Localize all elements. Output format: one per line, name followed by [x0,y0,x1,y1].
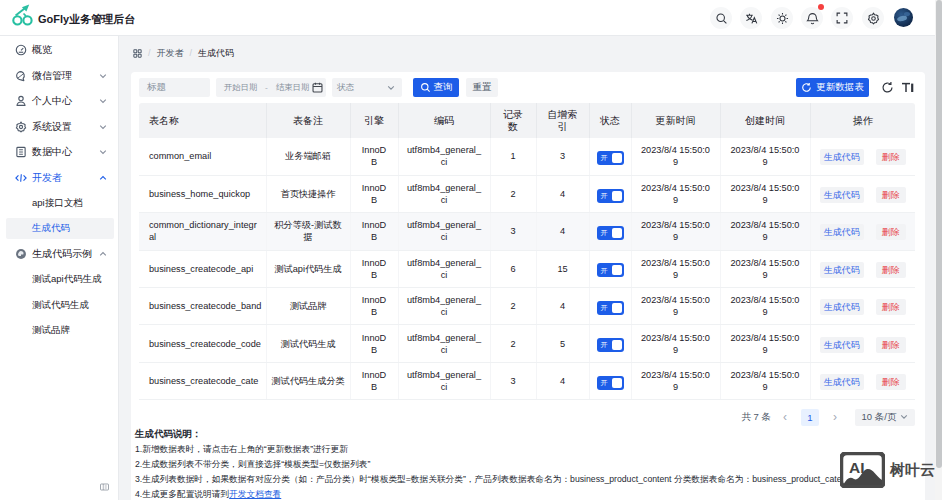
svg-text:AI: AI [849,459,865,476]
